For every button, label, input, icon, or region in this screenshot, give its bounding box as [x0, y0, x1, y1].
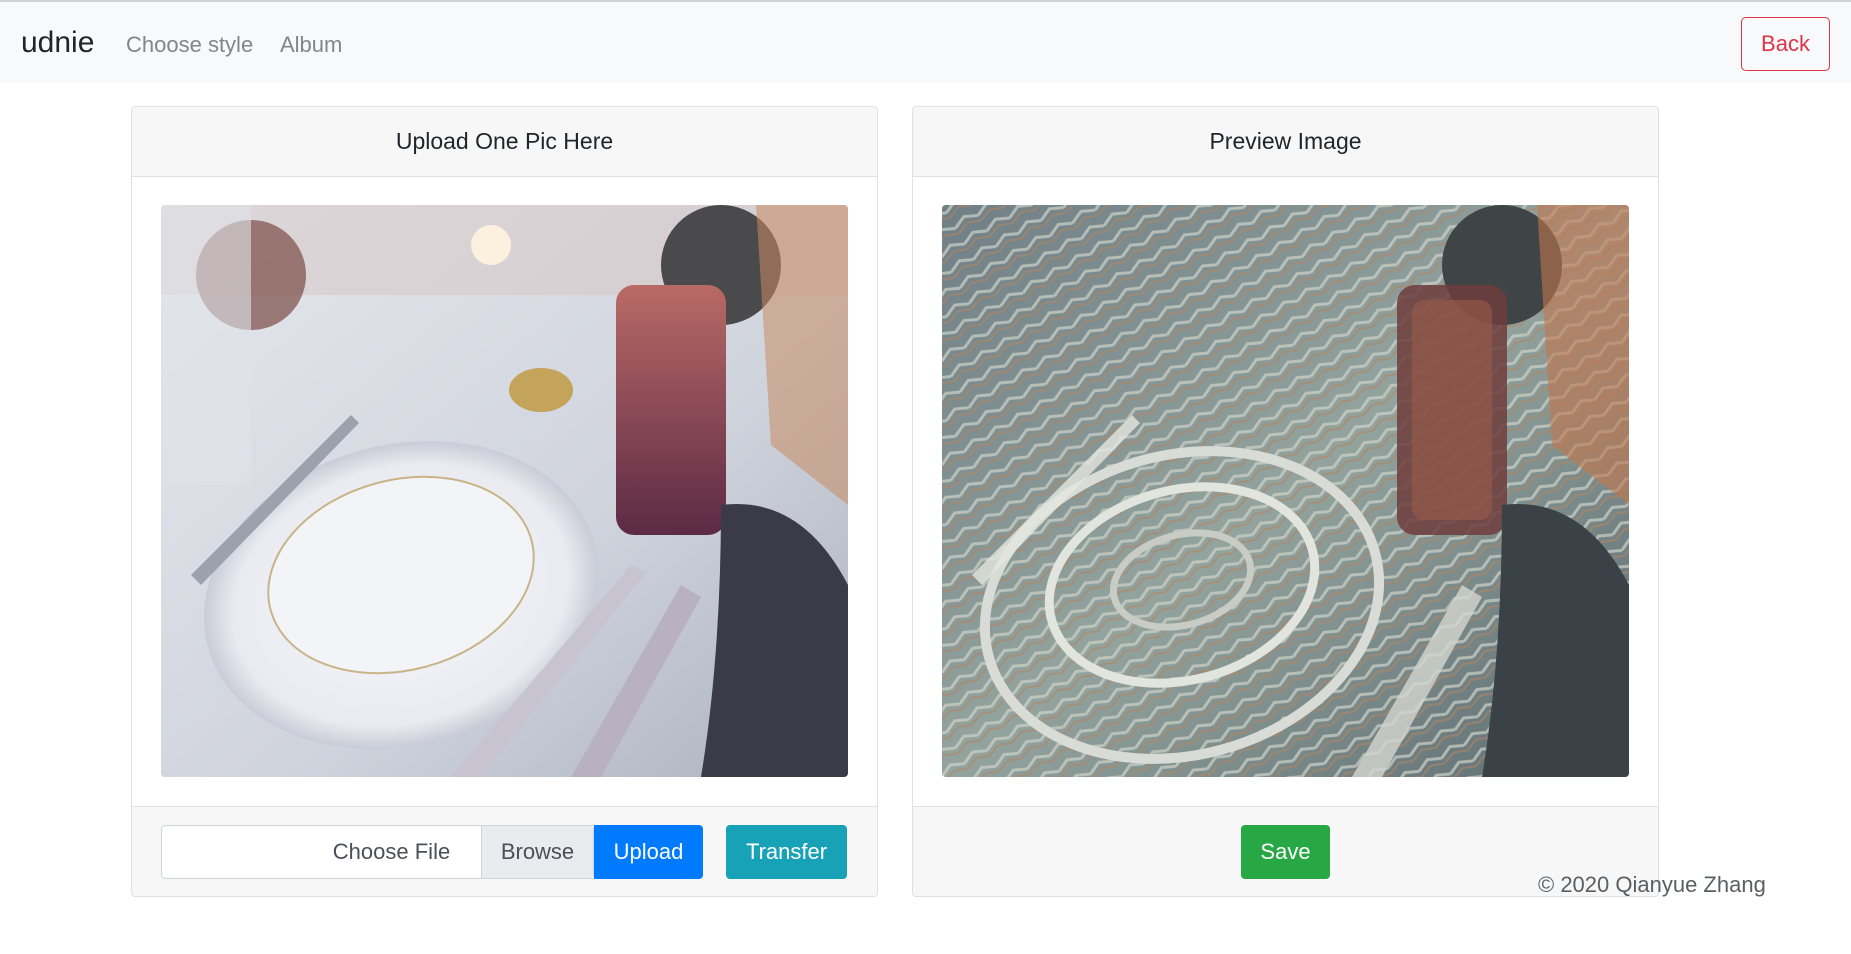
copyright-text: © 2020 Qianyue Zhang [1538, 872, 1766, 897]
nav-link-album[interactable]: Album [280, 32, 342, 58]
upload-card: Upload One Pic Here Choose File Browse U… [131, 106, 878, 897]
preview-image [942, 205, 1629, 777]
nav-link-choose-style[interactable]: Choose style [126, 32, 253, 58]
save-button[interactable]: Save [1241, 825, 1330, 879]
transfer-button[interactable]: Transfer [726, 825, 847, 879]
browse-button[interactable]: Browse [481, 825, 594, 879]
file-input-group: Choose File Browse [161, 825, 594, 879]
upload-card-footer: Choose File Browse Upload Transfer [132, 806, 877, 896]
back-button[interactable]: Back [1741, 17, 1830, 71]
navbar: udnie Choose style Album Back [0, 0, 1851, 83]
page: udnie Choose style Album Back Upload One… [0, 0, 1851, 954]
brand[interactable]: udnie [21, 26, 94, 60]
preview-card-header: Preview Image [913, 107, 1658, 177]
file-input[interactable]: Choose File [161, 825, 481, 879]
upload-button[interactable]: Upload [594, 825, 703, 879]
original-photo-graphic [161, 205, 848, 777]
preview-card: Preview Image Save [912, 106, 1659, 897]
upload-card-header: Upload One Pic Here [132, 107, 877, 177]
original-image [161, 205, 848, 777]
preview-photo-graphic [942, 205, 1629, 777]
